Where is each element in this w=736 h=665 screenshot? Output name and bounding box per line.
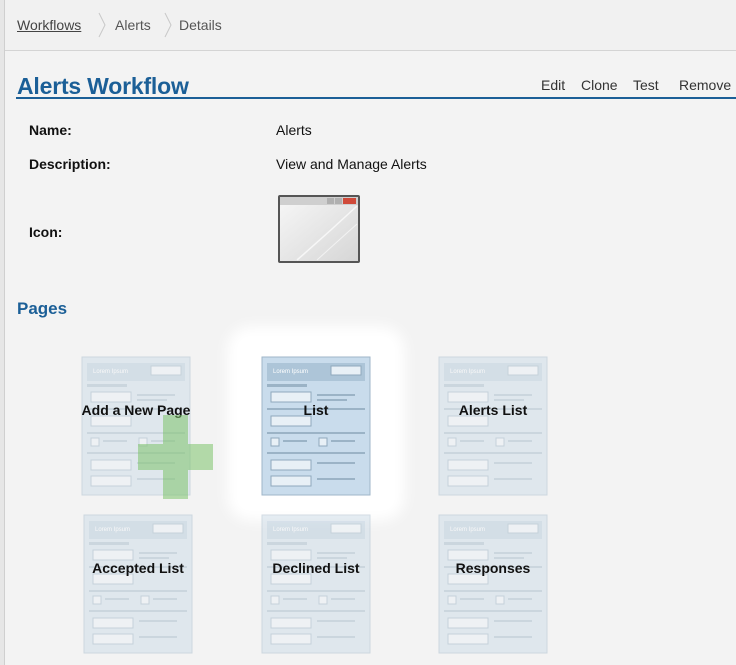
title-divider xyxy=(16,97,736,99)
breadcrumb-details: Details xyxy=(179,17,222,33)
page-tile-label: Alerts List xyxy=(458,402,528,418)
thumb-heading: Lorem Ipsum xyxy=(273,369,308,375)
page-tile-label: Accepted List xyxy=(92,560,184,576)
window-icon[interactable] xyxy=(277,194,361,264)
thumb-heading: Lorem Ipsum xyxy=(450,527,485,533)
clone-button[interactable]: Clone xyxy=(581,77,618,93)
page-thumbnail: Lorem Ipsum xyxy=(438,514,548,654)
page-tile-label: List xyxy=(303,402,329,418)
thumb-heading: Lorem Ipsum xyxy=(95,527,130,533)
page-tile-alerts-list[interactable]: Lorem Ipsum Alerts List xyxy=(438,356,548,496)
description-label: Description: xyxy=(29,156,111,172)
page-thumbnail: Lorem Ipsum xyxy=(261,356,371,496)
chevron-right-icon xyxy=(98,12,106,38)
description-value: View and Manage Alerts xyxy=(276,156,427,172)
thumb-heading: Lorem Ipsum xyxy=(93,369,128,375)
page-title: Alerts Workflow xyxy=(17,73,189,99)
page-thumbnail: Lorem Ipsum xyxy=(83,514,193,654)
remove-button[interactable]: Remove xyxy=(679,77,731,93)
name-value: Alerts xyxy=(276,122,312,138)
breadcrumb-workflows-link[interactable]: Workflows xyxy=(17,17,81,33)
page-tile-responses[interactable]: Lorem Ipsum Responses xyxy=(438,514,548,654)
icon-label: Icon: xyxy=(29,224,63,240)
name-label: Name: xyxy=(29,122,72,138)
breadcrumb: Workflows Alerts Details xyxy=(5,0,736,51)
thumb-heading: Lorem Ipsum xyxy=(450,369,485,375)
page-tile-declined-list[interactable]: Lorem Ipsum Declined List xyxy=(261,514,371,654)
page-tile-accepted-list[interactable]: Lorem Ipsum Accepted List xyxy=(83,514,193,654)
add-plus-icon[interactable] xyxy=(138,415,213,499)
page-thumbnail: Lorem Ipsum xyxy=(261,514,371,654)
pages-section-title: Pages xyxy=(17,299,68,318)
breadcrumb-alerts[interactable]: Alerts xyxy=(115,17,151,33)
chevron-right-icon xyxy=(164,12,172,38)
page-tile-label: Declined List xyxy=(272,560,360,576)
workflow-details-panel: Workflows Alerts Details Alerts Workflow… xyxy=(4,0,736,665)
test-button[interactable]: Test xyxy=(633,77,659,93)
page-tile-label: Responses xyxy=(455,560,531,576)
page-thumbnail: Lorem Ipsum xyxy=(438,356,548,496)
thumb-heading: Lorem Ipsum xyxy=(273,527,308,533)
page-tile-list[interactable]: Lorem Ipsum List xyxy=(261,356,371,496)
edit-button[interactable]: Edit xyxy=(541,77,565,93)
